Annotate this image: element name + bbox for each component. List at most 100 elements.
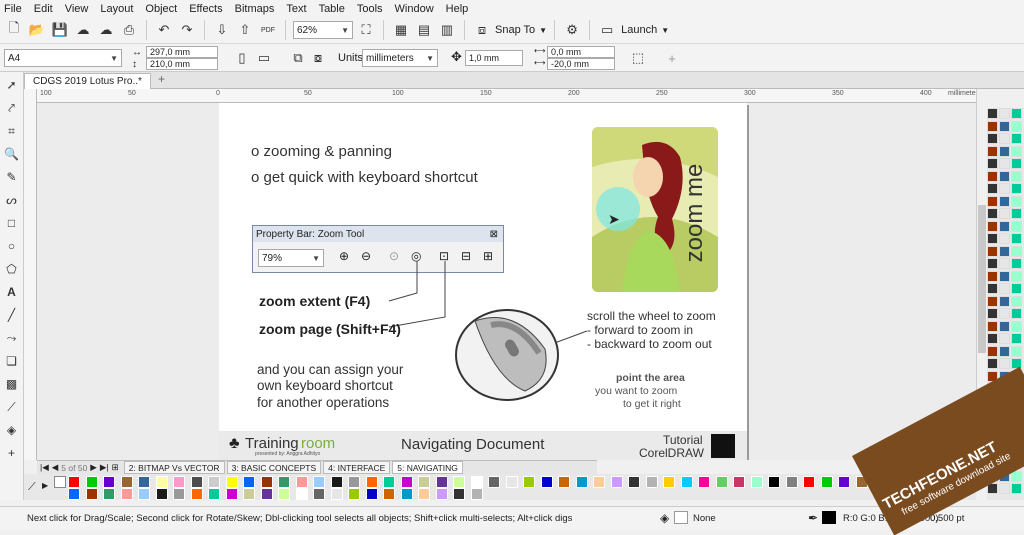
color-swatch[interactable] xyxy=(663,476,675,488)
color-swatch[interactable] xyxy=(987,145,998,157)
color-swatch[interactable] xyxy=(400,476,413,488)
parallel-dimension-icon[interactable]: ╱ xyxy=(3,306,21,324)
page-tab-concepts[interactable]: 3: BASIC CONCEPTS xyxy=(226,461,322,474)
new-document-icon[interactable]: 🗋 xyxy=(4,20,24,40)
color-swatch[interactable] xyxy=(1011,283,1022,294)
color-swatch[interactable] xyxy=(999,195,1010,207)
color-swatch[interactable] xyxy=(987,283,998,294)
color-swatch[interactable] xyxy=(418,488,430,500)
color-swatch[interactable] xyxy=(1011,145,1022,157)
duplicate-x-field[interactable]: 0,0 mm xyxy=(547,46,615,58)
color-swatch[interactable] xyxy=(68,476,80,488)
save-icon[interactable]: 💾 xyxy=(50,20,70,40)
current-page-icon[interactable]: ⧇ xyxy=(308,48,328,68)
color-swatch[interactable] xyxy=(85,476,98,488)
color-swatch[interactable] xyxy=(208,476,220,488)
color-swatch[interactable] xyxy=(1011,208,1022,219)
no-color-swatch[interactable] xyxy=(54,476,66,488)
artistic-media-icon[interactable]: ᔕ xyxy=(3,191,21,209)
color-swatch[interactable] xyxy=(999,320,1010,332)
show-grid-icon[interactable]: ▤ xyxy=(414,20,434,40)
publish-pdf-icon[interactable]: PDF xyxy=(258,20,278,40)
color-swatch[interactable] xyxy=(987,295,998,307)
all-pages-icon[interactable]: ⧉ xyxy=(288,48,308,68)
smart-fill-icon[interactable]: + xyxy=(3,444,21,462)
color-swatch[interactable] xyxy=(987,170,998,182)
palette-menu-icon[interactable]: ▶ xyxy=(42,481,48,490)
redo-icon[interactable]: ↷ xyxy=(177,20,197,40)
color-swatch[interactable] xyxy=(155,476,168,488)
cloud-download-icon[interactable]: ☁ xyxy=(73,20,93,40)
color-swatch[interactable] xyxy=(575,476,588,488)
color-swatch[interactable] xyxy=(1011,183,1022,194)
color-swatch[interactable] xyxy=(505,476,518,488)
color-swatch[interactable] xyxy=(225,488,238,500)
color-swatch[interactable] xyxy=(418,476,430,488)
text-tool-icon[interactable]: A xyxy=(3,283,21,301)
vertical-ruler[interactable] xyxy=(24,89,37,460)
color-swatch[interactable] xyxy=(999,295,1010,307)
color-swatch[interactable] xyxy=(999,345,1010,357)
color-swatch[interactable] xyxy=(733,476,745,488)
color-swatch[interactable] xyxy=(999,133,1010,144)
color-swatch[interactable] xyxy=(987,233,998,244)
color-swatch[interactable] xyxy=(999,120,1010,132)
color-swatch[interactable] xyxy=(313,476,325,488)
snap-icon[interactable]: ⧈ xyxy=(472,20,492,40)
color-swatch[interactable] xyxy=(190,476,203,488)
color-swatch[interactable] xyxy=(999,108,1010,119)
outline-color-swatch[interactable] xyxy=(822,511,836,524)
color-swatch[interactable] xyxy=(243,476,255,488)
color-swatch[interactable] xyxy=(999,483,1010,494)
add-page-icon[interactable]: ⊞ xyxy=(112,462,119,473)
launch-dropdown[interactable]: ▭ Launch ▼ xyxy=(597,20,669,40)
color-swatch[interactable] xyxy=(400,488,413,500)
first-page-icon[interactable]: |◀ xyxy=(40,462,49,473)
color-swatch[interactable] xyxy=(1011,108,1022,119)
full-screen-icon[interactable]: ⛶ xyxy=(356,20,376,40)
horizontal-ruler[interactable]: 100 50 0 50 100 150 200 250 300 350 400 millimeters xyxy=(36,89,986,103)
interactive-fill-icon[interactable]: ◈ xyxy=(3,421,21,439)
color-swatch[interactable] xyxy=(453,476,465,488)
color-swatch[interactable] xyxy=(1011,195,1022,207)
show-rulers-icon[interactable]: ▦ xyxy=(391,20,411,40)
color-swatch[interactable] xyxy=(1011,295,1022,307)
color-swatch[interactable] xyxy=(103,476,115,488)
color-swatch[interactable] xyxy=(999,208,1010,219)
color-swatch[interactable] xyxy=(558,476,570,488)
color-swatch[interactable] xyxy=(138,476,150,488)
undo-icon[interactable]: ↶ xyxy=(154,20,174,40)
snap-to-dropdown[interactable]: Snap To ▼ xyxy=(495,24,547,36)
bottom-color-palette[interactable]: ⟋ ▶ xyxy=(24,474,976,500)
duplicate-y-field[interactable]: -20,0 mm xyxy=(547,58,615,70)
color-swatch[interactable] xyxy=(999,145,1010,157)
menu-table[interactable]: Table xyxy=(319,3,345,15)
color-swatch[interactable] xyxy=(1011,308,1022,319)
menu-file[interactable]: File xyxy=(4,3,22,15)
color-swatch[interactable] xyxy=(1011,333,1022,344)
color-swatch[interactable] xyxy=(999,233,1010,244)
color-swatch[interactable] xyxy=(987,333,998,344)
color-swatch[interactable] xyxy=(1011,220,1022,232)
color-swatch[interactable] xyxy=(155,488,168,500)
color-swatch[interactable] xyxy=(987,345,998,357)
import-icon[interactable]: ⇩ xyxy=(212,20,232,40)
color-swatch[interactable] xyxy=(260,488,273,500)
color-swatch[interactable] xyxy=(987,133,998,144)
color-swatch[interactable] xyxy=(365,488,378,500)
color-swatch[interactable] xyxy=(173,476,185,488)
color-swatch[interactable] xyxy=(999,170,1010,182)
export-icon[interactable]: ⇧ xyxy=(235,20,255,40)
color-swatch[interactable] xyxy=(610,476,623,488)
menu-edit[interactable]: Edit xyxy=(34,3,53,15)
show-guides-icon[interactable]: ▥ xyxy=(437,20,457,40)
menu-effects[interactable]: Effects xyxy=(189,3,222,15)
color-swatch[interactable] xyxy=(987,245,998,257)
color-swatch[interactable] xyxy=(999,220,1010,232)
color-swatch[interactable] xyxy=(645,476,658,488)
color-swatch[interactable] xyxy=(523,476,535,488)
menu-layout[interactable]: Layout xyxy=(100,3,133,15)
color-swatch[interactable] xyxy=(348,488,360,500)
color-swatch[interactable] xyxy=(987,120,998,132)
color-swatch[interactable] xyxy=(987,208,998,219)
